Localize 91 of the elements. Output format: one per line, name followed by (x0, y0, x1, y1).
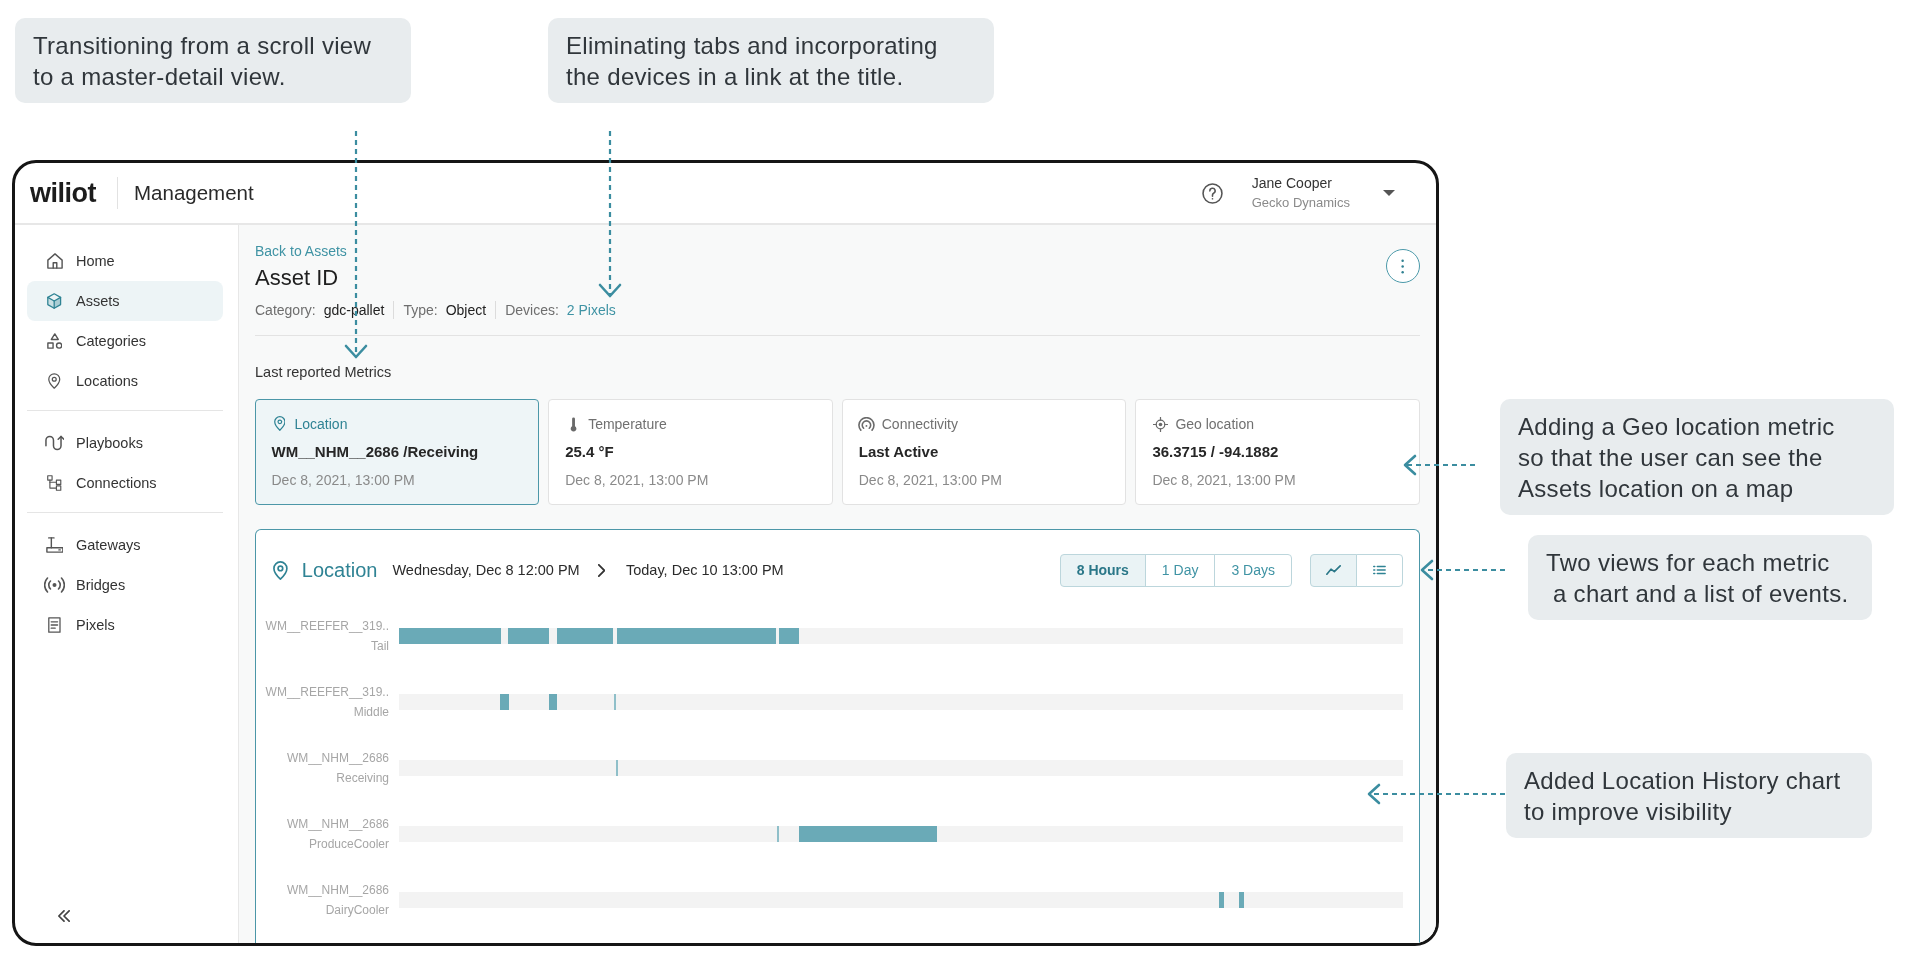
callout-note: Two views for each metric a chart and a list of events. (1528, 535, 1872, 620)
document-icon (48, 617, 61, 633)
cube-icon (47, 293, 62, 309)
device-name: WM__REEFER__319.. (265, 683, 389, 701)
double-chevron-icon[interactable] (58, 910, 70, 922)
metric-card[interactable]: Location WM__NHM__2686 /Receiving Dec 8, 2021, 13:00 PM (255, 399, 540, 505)
metric-value: WM__NHM__2686 /Receiving (271, 441, 480, 462)
nav-item[interactable]: Locations (27, 361, 223, 401)
zone-name: Receiving (336, 769, 389, 787)
property-label: Category: (255, 301, 316, 320)
metric-label: Connectivity (881, 416, 958, 432)
nav-item[interactable]: Assets (27, 281, 223, 321)
panel-title: Location (301, 558, 378, 582)
zone-name: ProduceCooler (308, 835, 389, 853)
nav-item[interactable]: Gateways (27, 525, 223, 565)
timeline-segment (556, 627, 613, 644)
caret-icon[interactable] (1383, 190, 1395, 196)
metric-card[interactable]: Geo location 36.3715 / -94.1882 Dec 8, 2021, 13:00 PM (1135, 399, 1420, 505)
timeline-segment (613, 693, 616, 710)
help-icon[interactable] (1201, 182, 1223, 204)
company-name: Gecko Dynamics (1251, 194, 1350, 212)
device-name: WM__NHM__2686 (286, 749, 389, 767)
line-chart-icon (1326, 565, 1341, 575)
timeline-segment (615, 759, 618, 776)
nav-item[interactable]: Home (27, 241, 223, 281)
user-name: Jane Cooper (1251, 174, 1332, 193)
nav-item[interactable]: Pixels (27, 605, 223, 645)
property-label: Devices: (505, 301, 559, 320)
nav-item[interactable]: Connections (27, 463, 223, 503)
property-value: gdc-pallet (323, 301, 385, 320)
zone-name: Tail (371, 637, 389, 655)
home-icon (46, 253, 63, 269)
timeline-segment (500, 693, 510, 710)
logo: wiliot (30, 177, 96, 209)
timeline-segment (548, 693, 557, 710)
loop-arrow-icon (44, 435, 65, 451)
device-name: WM__REEFER__319.. (265, 617, 389, 635)
section-title: Last reported Metrics (255, 363, 393, 382)
timeline-segment (776, 825, 779, 842)
timeline-segment (1219, 891, 1225, 908)
crosshair-icon (1152, 416, 1168, 432)
range-end-date: Today, Dec 10 13:00 PM (626, 562, 784, 578)
thermometer-icon (569, 416, 577, 432)
shapes-icon (46, 333, 63, 349)
metric-time: Dec 8, 2021, 13:00 PM (858, 471, 1003, 489)
metric-label: Geo location (1175, 416, 1254, 432)
app-title: Management (134, 181, 254, 205)
callout-note: Transitioning from a scroll view to a master-detail view. (15, 18, 411, 103)
nav-item[interactable]: Playbooks (27, 423, 223, 463)
property-label: Type: (403, 301, 438, 320)
zone-name: Middle (353, 703, 389, 721)
metric-value: 36.3715 / -94.1882 (1152, 442, 1280, 462)
page-title: Asset ID (255, 264, 339, 292)
dashed-arrow (1403, 454, 1475, 476)
pin-icon (48, 373, 61, 389)
metric-card[interactable]: Connectivity Last Active Dec 8, 2021, 13:00 PM (841, 399, 1127, 505)
metric-time: Dec 8, 2021, 13:00 PM (271, 470, 416, 489)
kebab-icon (1401, 258, 1405, 274)
pin-icon (273, 416, 286, 431)
range-tab[interactable]: 8 Hours (1059, 553, 1146, 587)
metric-value: 25.4 °F (565, 442, 615, 462)
chart-view-button[interactable] (1310, 553, 1357, 587)
pin-icon (273, 560, 288, 580)
list-icon (1373, 565, 1386, 575)
range-tab[interactable]: 1 Day (1144, 553, 1216, 587)
metric-value: Last Active (858, 442, 940, 462)
callout-note: Added Location History chart to improve visibility (1506, 753, 1872, 838)
router-icon (45, 537, 64, 553)
callout-note: Adding a Geo location metric so that the user can see the Assets location on a map (1500, 399, 1894, 515)
callout-note: Eliminating tabs and incorporating the devices in a link at the title. (548, 18, 994, 103)
signal-icon (858, 416, 876, 432)
metric-label: Location (294, 415, 348, 432)
metric-time: Dec 8, 2021, 13:00 PM (565, 471, 710, 489)
nav-item[interactable]: Bridges (27, 565, 223, 605)
zone-name: DairyCooler (325, 901, 389, 919)
range-start-date: Wednesday, Dec 8 12:00 PM (392, 562, 580, 578)
device-name: WM__NHM__2686 (286, 815, 389, 833)
timeline-segment (508, 627, 549, 644)
metric-label: Temperature (588, 416, 667, 432)
device-name: WM__NHM__2686 (286, 881, 389, 899)
chevron-right-icon (597, 563, 605, 577)
broadcast-icon (44, 577, 65, 593)
nav-item[interactable]: Categories (27, 321, 223, 361)
range-tab[interactable]: 3 Days (1214, 553, 1292, 587)
list-view-button[interactable] (1356, 553, 1403, 587)
metric-time: Dec 8, 2021, 13:00 PM (1152, 471, 1297, 489)
timeline-segment (1239, 891, 1245, 908)
nodes-icon (47, 475, 62, 491)
property-value: Object (445, 301, 487, 320)
metric-card[interactable]: Temperature 25.4 °F Dec 8, 2021, 13:00 PM (548, 399, 833, 505)
more-button[interactable] (1386, 249, 1420, 283)
